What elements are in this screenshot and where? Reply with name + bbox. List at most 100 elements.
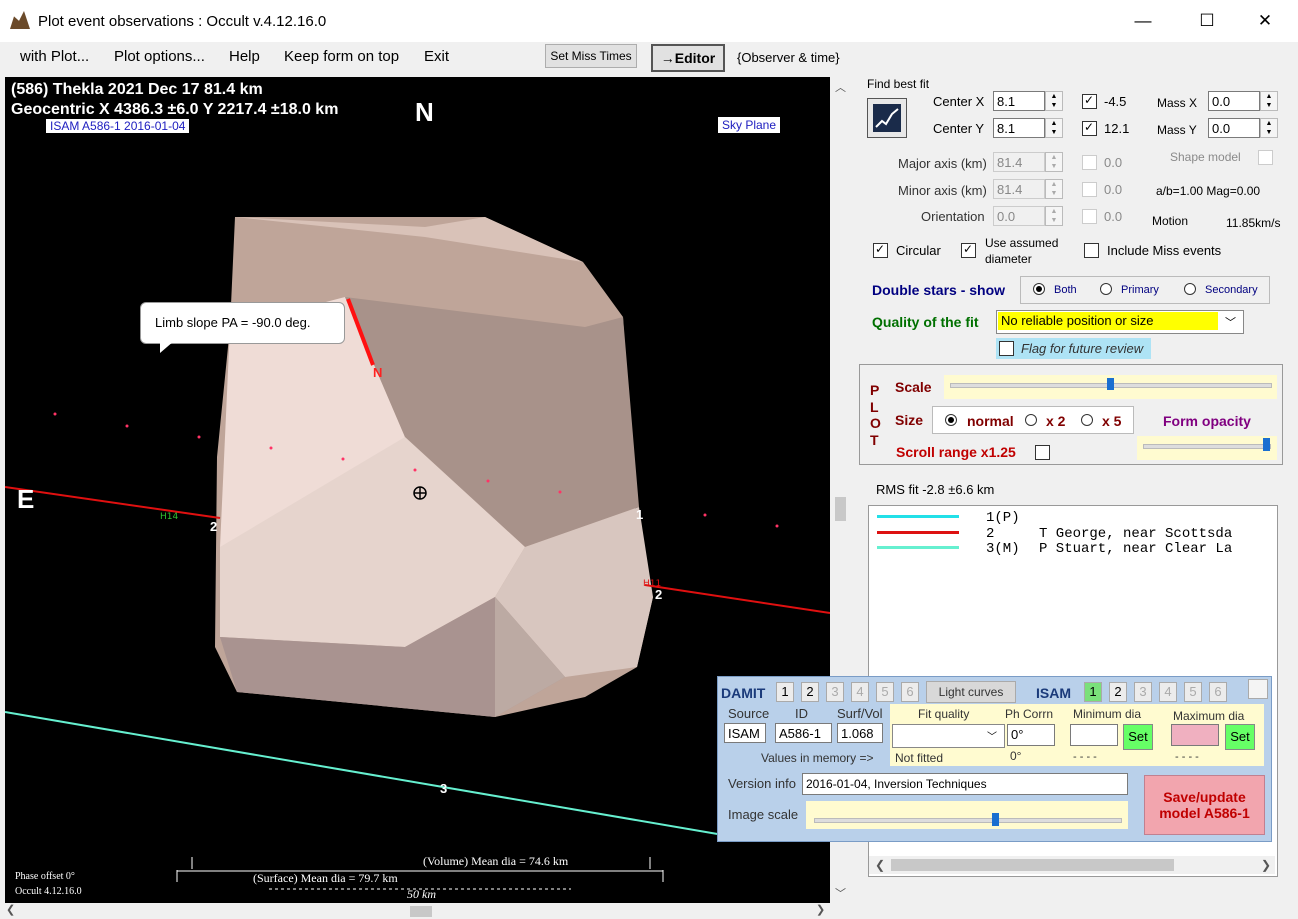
opacity-slider[interactable] [1137, 436, 1277, 460]
legend-scroll-left[interactable]: ❮ [875, 858, 885, 872]
editor-button[interactable]: →Editor [651, 44, 725, 72]
isam-6-button[interactable]: 6 [1209, 682, 1227, 702]
legend-hscroll[interactable]: ❮ ❯ [869, 856, 1275, 874]
legend-scroll-right[interactable]: ❯ [1261, 858, 1271, 872]
menu-help[interactable]: Help [229, 48, 260, 65]
major-axis-input[interactable]: 81.4 [993, 152, 1045, 172]
center-x-checkbox[interactable] [1082, 94, 1097, 109]
fit-quality-chevron-icon: ﹀ [987, 732, 997, 743]
minor-axis-spinner[interactable]: ▲ ▼ [1045, 179, 1063, 199]
plot-hscrollbar[interactable]: ❮ ❯ [0, 903, 830, 919]
image-scale-thumb[interactable] [992, 813, 999, 826]
damit-4-button[interactable]: 4 [851, 682, 869, 702]
center-x-spinner[interactable]: ▲ ▼ [1045, 91, 1063, 111]
mass-y-input[interactable]: 0.0 [1208, 118, 1260, 138]
save-update-button[interactable]: Save/update model A586-1 [1144, 775, 1265, 835]
image-scale-slider[interactable] [806, 801, 1128, 829]
flag-review-box[interactable]: Flag for future review [996, 338, 1151, 359]
north-label: N [415, 97, 434, 127]
vscroll-up-arrow[interactable]: ︿ [835, 79, 846, 95]
occult-version-label: Occult 4.12.16.0 [15, 886, 82, 897]
orientation-input[interactable]: 0.0 [993, 206, 1045, 226]
menu-keep-on-top[interactable]: Keep form on top [284, 48, 399, 65]
close-button[interactable]: ✕ [1242, 6, 1288, 36]
version-info-field[interactable]: 2016-01-04, Inversion Techniques [802, 773, 1128, 795]
quality-value: No reliable position or size [998, 312, 1218, 330]
damit-2-button[interactable]: 2 [801, 682, 819, 702]
quality-select[interactable]: No reliable position or size ﹀ [996, 310, 1244, 334]
fit-quality-select[interactable]: ﹀ [892, 724, 1005, 748]
radio-secondary[interactable] [1184, 283, 1196, 295]
find-best-fit-button[interactable] [867, 98, 907, 138]
size-normal-radio[interactable] [945, 414, 957, 426]
shape-model-checkbox[interactable] [1258, 150, 1273, 165]
isam-4-button[interactable]: 4 [1159, 682, 1177, 702]
scale-slider-thumb[interactable] [1107, 378, 1114, 390]
surf-vol-field: 1.068 [837, 723, 883, 743]
legend-scroll-thumb[interactable] [891, 859, 1174, 871]
orientation-checkbox[interactable] [1082, 209, 1097, 224]
motion-label: Motion [1152, 214, 1189, 228]
volume-dia-label: (Volume) Mean dia = 74.6 km [423, 854, 569, 868]
menu-plot-options[interactable]: Plot options... [114, 48, 205, 65]
flag-review-checkbox[interactable] [999, 341, 1014, 356]
menu-with-plot[interactable]: with Plot... [20, 48, 89, 65]
isam-5-button[interactable]: 5 [1184, 682, 1202, 702]
limb-slope-tooltip: Limb slope PA = -90.0 deg. [140, 302, 345, 344]
scale-slider[interactable] [944, 375, 1277, 399]
damit-6-button[interactable]: 6 [901, 682, 919, 702]
center-y-spinner[interactable]: ▲ ▼ [1045, 118, 1063, 138]
minimize-button[interactable]: — [1120, 6, 1166, 36]
scroll-right-arrow[interactable]: ❯ [816, 903, 825, 916]
min-dia-field[interactable] [1070, 724, 1118, 746]
window-title: Plot event observations : Occult v.4.12.… [38, 13, 327, 30]
vscroll-down-arrow[interactable]: ﹀ [835, 885, 846, 901]
east-label: E [17, 484, 35, 514]
isam-1-button[interactable]: 1 [1084, 682, 1102, 702]
circular-checkbox[interactable] [873, 243, 888, 258]
major-axis-checkbox[interactable] [1082, 155, 1097, 170]
center-y-label: Center Y [933, 121, 985, 136]
size-x5-radio[interactable] [1081, 414, 1093, 426]
major-axis-spinner[interactable]: ▲ ▼ [1045, 152, 1063, 172]
set-miss-times-button[interactable]: Set Miss Times [545, 44, 637, 68]
mass-x-input[interactable]: 0.0 [1208, 91, 1260, 111]
max-dia-field[interactable] [1171, 724, 1219, 746]
scroll-left-arrow[interactable]: ❮ [6, 903, 15, 916]
double-stars-label: Double stars - show [872, 282, 1006, 298]
shape-model-label: Shape model [1170, 150, 1241, 164]
use-assumed-checkbox[interactable] [961, 243, 976, 258]
minor-axis-input[interactable]: 81.4 [993, 179, 1045, 199]
ph-corrn-field[interactable]: 0° [1007, 724, 1055, 746]
menu-exit[interactable]: Exit [424, 48, 449, 65]
center-y-input[interactable]: 8.1 [993, 118, 1045, 138]
form-opacity-label: Form opacity [1163, 413, 1251, 429]
light-curves-button[interactable]: Light curves [926, 681, 1016, 703]
include-miss-checkbox[interactable] [1084, 243, 1099, 258]
radio-primary[interactable] [1100, 283, 1112, 295]
size-x2-radio[interactable] [1025, 414, 1037, 426]
scroll-thumb[interactable] [410, 906, 432, 917]
minor-axis-checkbox[interactable] [1082, 182, 1097, 197]
center-y-delta: 12.1 [1104, 121, 1130, 136]
mass-y-spinner[interactable]: ▲ ▼ [1260, 118, 1278, 138]
min-dia-set-button[interactable]: Set [1123, 724, 1153, 750]
shape-model-panel: DAMIT 1 2 3 4 5 6 Light curves ISAM 1 2 … [717, 676, 1272, 842]
center-y-checkbox[interactable] [1082, 121, 1097, 136]
opacity-slider-thumb[interactable] [1263, 438, 1270, 451]
max-dia-set-button[interactable]: Set [1225, 724, 1255, 750]
shape-panel-toggle[interactable] [1248, 679, 1268, 699]
damit-5-button[interactable]: 5 [876, 682, 894, 702]
radio-both[interactable] [1033, 283, 1045, 295]
isam-2-button[interactable]: 2 [1109, 682, 1127, 702]
center-x-input[interactable]: 8.1 [993, 91, 1045, 111]
orientation-spinner[interactable]: ▲ ▼ [1045, 206, 1063, 226]
vscroll-thumb[interactable] [835, 497, 846, 521]
scroll-range-checkbox[interactable] [1035, 445, 1050, 460]
plot-canvas[interactable]: H14 H11 (586) Thekla 2021 Dec 17 81.4 km… [5, 77, 830, 903]
maximize-button[interactable]: ☐ [1184, 6, 1230, 36]
isam-3-button[interactable]: 3 [1134, 682, 1152, 702]
damit-3-button[interactable]: 3 [826, 682, 844, 702]
damit-1-button[interactable]: 1 [776, 682, 794, 702]
mass-x-spinner[interactable]: ▲ ▼ [1260, 91, 1278, 111]
